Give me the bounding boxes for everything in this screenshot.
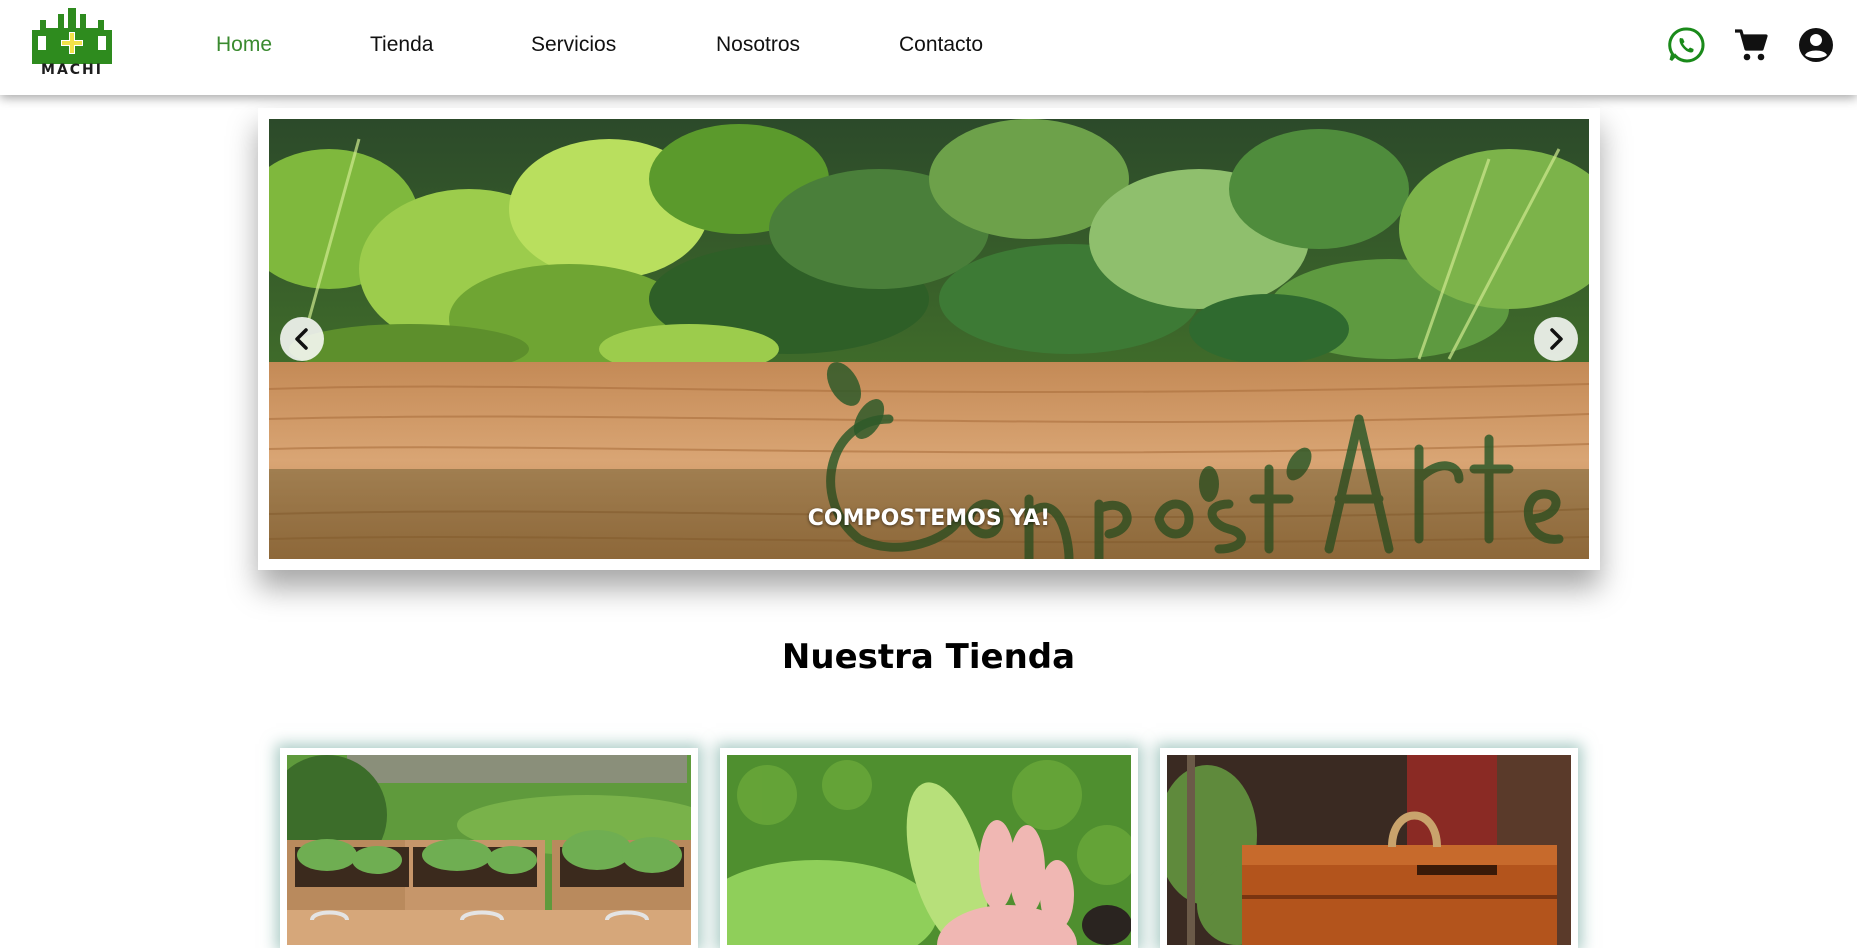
- chevron-left-icon: [295, 328, 308, 350]
- product-card-compost-bin[interactable]: [1160, 748, 1578, 948]
- hero-carousel: COMPOSTEMOS YA!: [258, 108, 1600, 570]
- carousel-caption: COMPOSTEMOS YA!: [807, 506, 1051, 531]
- account-icon[interactable]: [1797, 26, 1835, 64]
- machi-logo-icon: [32, 8, 112, 64]
- nav-contacto[interactable]: Contacto: [899, 33, 983, 57]
- nav-tienda[interactable]: Tienda: [370, 33, 433, 57]
- store-section-title: Nuestra Tienda: [781, 637, 1076, 677]
- compost-bin-image: [1167, 755, 1571, 945]
- navbar: MACHI Home Tienda Servicios Nosotros Con…: [0, 0, 1857, 95]
- carousel-slide-image: COMPOSTEMOS YA!: [269, 119, 1589, 559]
- carousel-next-button[interactable]: [1534, 317, 1578, 361]
- chevron-right-icon: [1550, 328, 1563, 350]
- machi-logo[interactable]: MACHI: [32, 8, 112, 80]
- product-card-planters[interactable]: [280, 748, 698, 948]
- logo-text: MACHI: [41, 62, 103, 78]
- nav-home[interactable]: Home: [216, 33, 272, 57]
- seedling-image: [727, 755, 1131, 945]
- product-card-seedling[interactable]: [720, 748, 1138, 948]
- carousel-prev-button[interactable]: [280, 317, 324, 361]
- nav-nosotros[interactable]: Nosotros: [716, 33, 800, 57]
- planter-boxes-image: [287, 755, 691, 945]
- whatsapp-icon[interactable]: [1667, 26, 1705, 64]
- cart-icon[interactable]: [1732, 26, 1770, 64]
- nav-servicios[interactable]: Servicios: [531, 33, 616, 57]
